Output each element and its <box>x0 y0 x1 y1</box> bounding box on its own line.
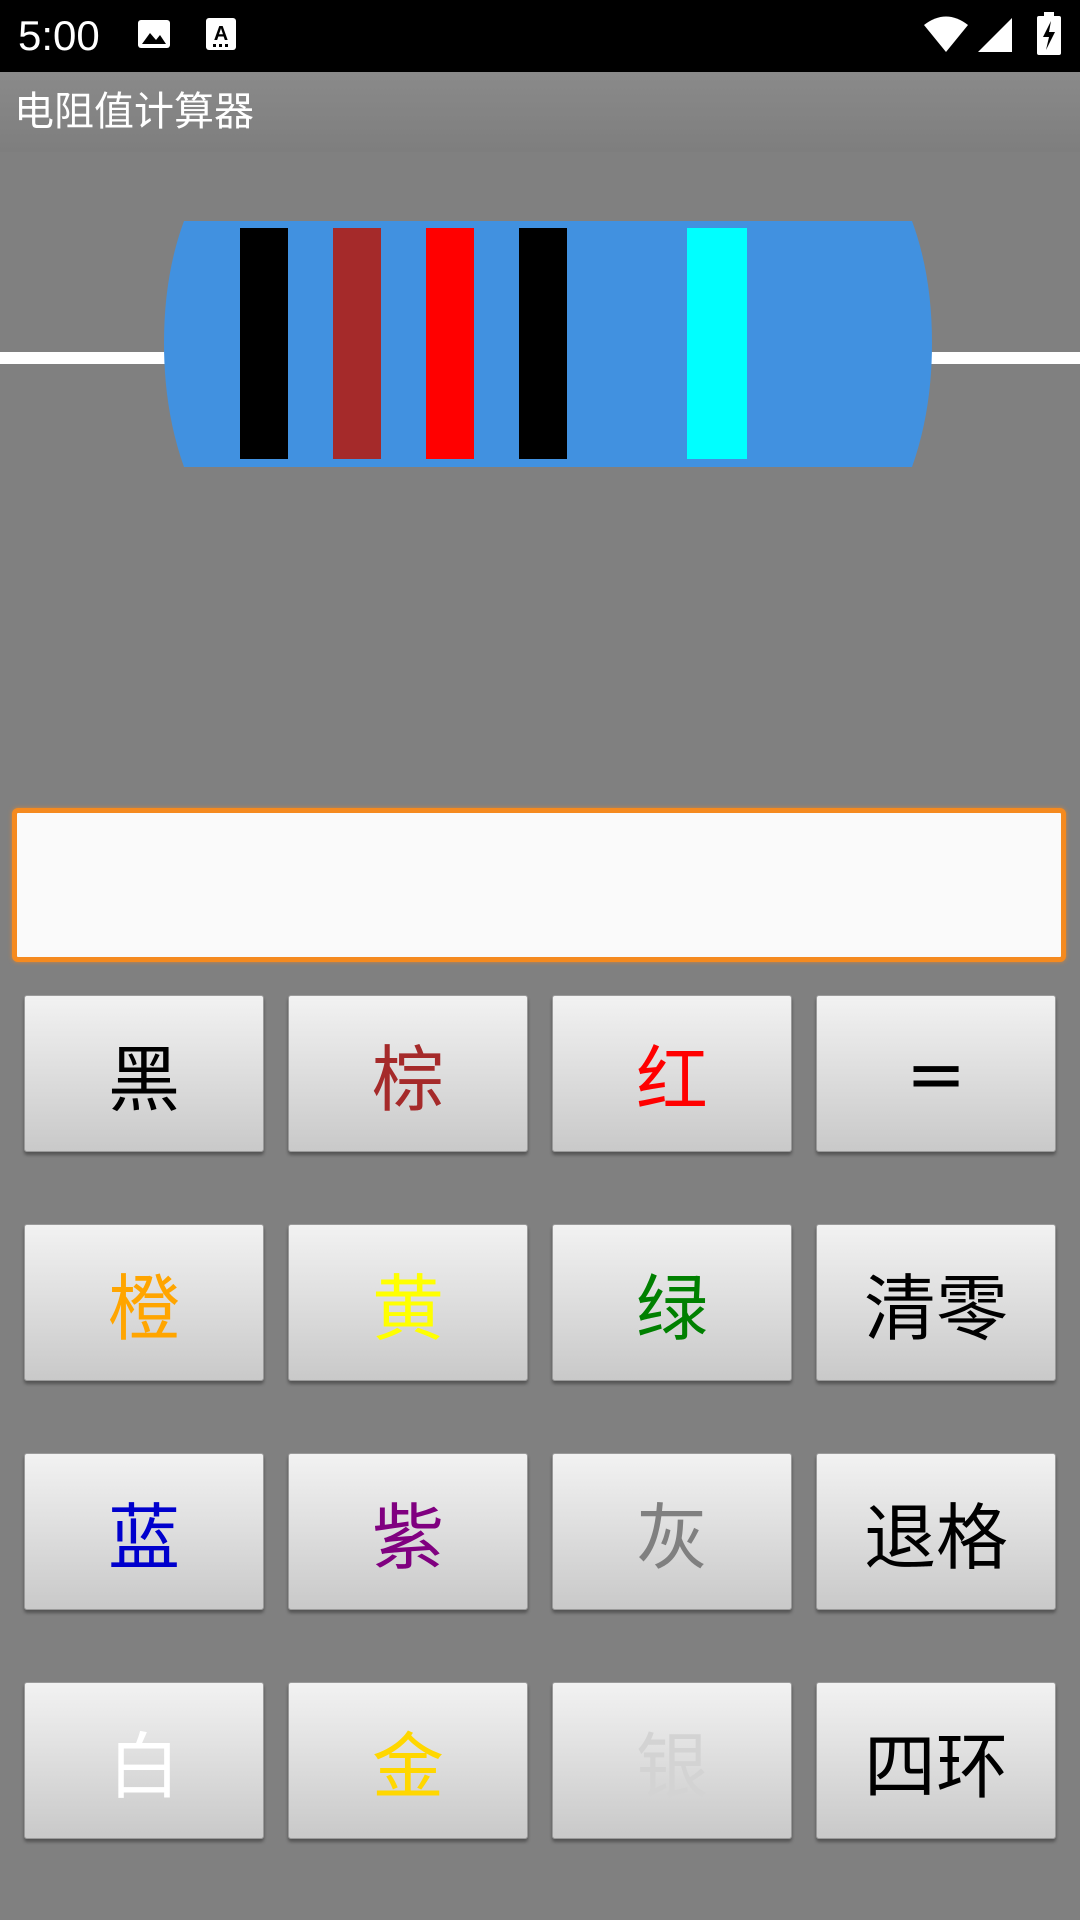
color-key-red[interactable]: 红 <box>552 995 792 1152</box>
equals-button[interactable]: = <box>816 995 1056 1152</box>
color-key-black[interactable]: 黑 <box>24 995 264 1152</box>
color-key-brown[interactable]: 棕 <box>288 995 528 1152</box>
color-key-blue[interactable]: 蓝 <box>24 1453 264 1610</box>
four-band-button[interactable]: 四环 <box>816 1682 1056 1839</box>
color-key-violet[interactable]: 紫 <box>288 1453 528 1610</box>
cell-signal-icon <box>978 16 1014 58</box>
resistor-graphic <box>164 221 932 467</box>
resistor-band-5 <box>687 228 747 459</box>
resistor-diagram <box>0 215 1080 470</box>
text-a-icon: A <box>204 16 238 56</box>
color-key-yellow[interactable]: 黄 <box>288 1224 528 1381</box>
battery-charging-icon <box>1036 12 1062 60</box>
svg-text:A: A <box>214 23 228 45</box>
image-icon <box>136 16 172 56</box>
status-time: 5:00 <box>18 12 100 59</box>
resistor-band-2 <box>333 228 381 459</box>
status-bar: 5:00 A <box>0 0 1080 72</box>
app-title: 电阻值计算器 <box>14 89 254 135</box>
title-bar: 电阻值计算器 <box>0 72 1080 152</box>
color-key-orange[interactable]: 橙 <box>24 1224 264 1381</box>
resistor-lead-right <box>920 352 1080 364</box>
backspace-button[interactable]: 退格 <box>816 1453 1056 1610</box>
clear-button[interactable]: 清零 <box>816 1224 1056 1381</box>
resistor-band-1 <box>240 228 288 459</box>
resistor-lead-left <box>0 352 170 364</box>
color-key-silver[interactable]: 银 <box>552 1682 792 1839</box>
resistor-band-4 <box>519 228 567 459</box>
resistor-band-3 <box>426 228 474 459</box>
wifi-icon <box>922 14 970 58</box>
color-key-gray[interactable]: 灰 <box>552 1453 792 1610</box>
color-key-green[interactable]: 绿 <box>552 1224 792 1381</box>
resistance-display-input[interactable] <box>12 808 1066 962</box>
color-key-gold[interactable]: 金 <box>288 1682 528 1839</box>
color-key-white[interactable]: 白 <box>24 1682 264 1839</box>
